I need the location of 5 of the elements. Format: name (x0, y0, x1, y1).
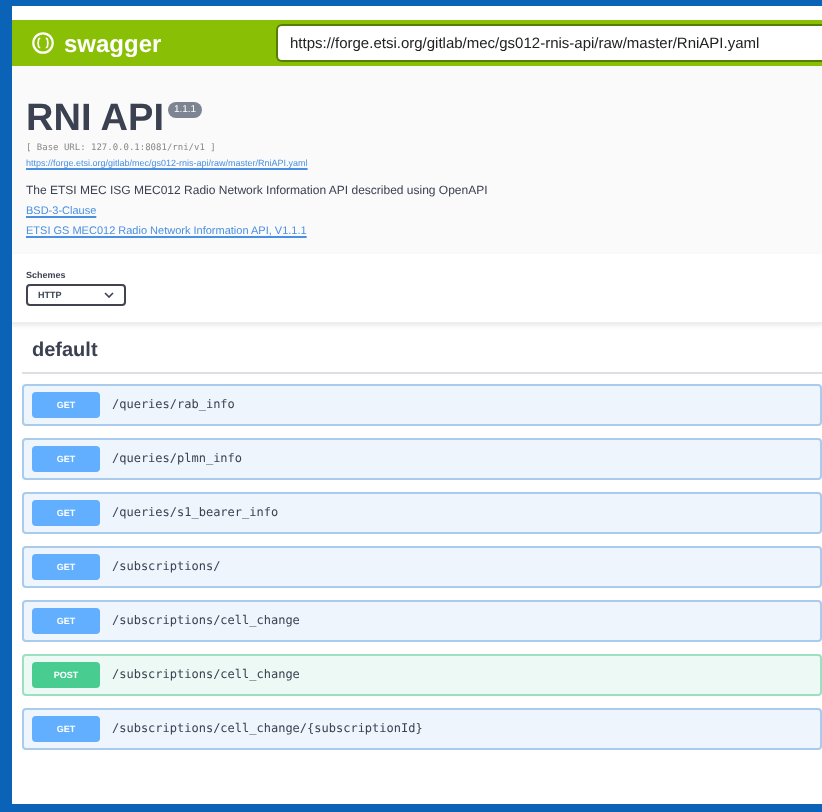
api-title: RNI API (26, 98, 164, 142)
logo-icon (32, 32, 54, 54)
logo-text: swagger (64, 29, 162, 57)
chevron-icon (104, 292, 114, 298)
section-heading[interactable]: default (22, 340, 822, 374)
